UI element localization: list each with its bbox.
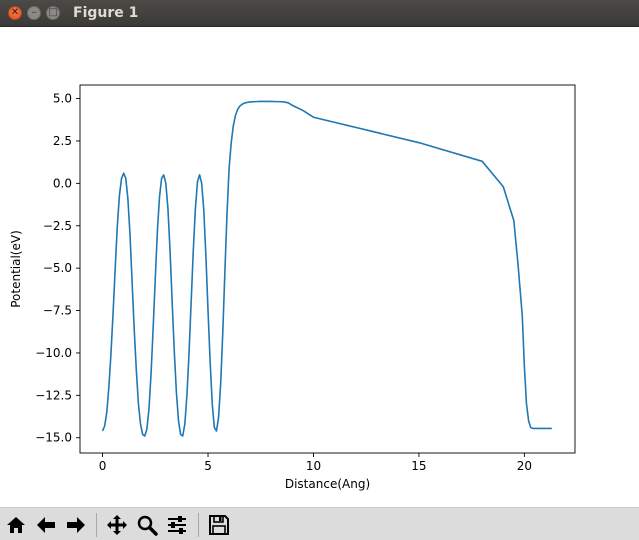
configure-subplots-button[interactable] [164,512,190,538]
y-tick-label: 2.5 [53,134,72,148]
home-button[interactable] [3,512,29,538]
toolbar-separator [198,513,199,537]
plot-frame [79,84,576,454]
close-icon[interactable]: ✕ [8,6,22,20]
arrow-left-icon [37,517,55,533]
y-tick-label: 0.0 [53,176,72,190]
save-button[interactable] [206,512,232,538]
y-tick-label: −7.5 [43,304,72,318]
maximize-icon[interactable]: □ [46,6,60,20]
x-tick-label: 0 [99,459,107,473]
floppy-disk-icon [209,515,229,535]
y-tick-label: −15.0 [35,431,72,445]
sliders-icon [168,516,186,534]
series-line [101,100,552,437]
window-title: Figure 1 [73,5,139,21]
pan-button[interactable] [104,512,130,538]
move-icon [107,515,127,535]
forward-button[interactable] [63,512,89,538]
zoom-button[interactable] [134,512,160,538]
back-button[interactable] [33,512,59,538]
magnifier-icon [137,515,158,536]
y-tick-label: −10.0 [35,346,72,360]
y-tick-label: −2.5 [43,219,72,233]
x-tick-label: 5 [204,459,212,473]
navigation-toolbar [0,507,639,540]
line-chart: 0 5 10 15 20 5.0 2.5 0.0 −2.5 −5.0 −7.5 −10.0 −12.5 −… [9,84,576,491]
x-tick-label: 15 [411,459,426,473]
x-tick-label: 20 [517,459,532,473]
x-tick-label: 10 [306,459,321,473]
figure-canvas[interactable]: 0 5 10 15 20 5.0 2.5 0.0 −2.5 −5.0 −7.5 −10.0 −12.5 −… [0,27,639,507]
arrow-right-icon [67,517,85,533]
home-icon [7,517,25,533]
y-tick-label: −12.5 [35,388,72,402]
y-tick-label: 5.0 [53,92,72,106]
y-tick-label: −5.0 [43,261,72,275]
minimize-icon[interactable]: – [27,6,41,20]
toolbar-separator [96,513,97,537]
window-titlebar: ✕ – □ Figure 1 [0,0,639,27]
y-axis-label: Potential(eV) [9,230,23,308]
x-axis-label: Distance(Ang) [285,477,370,491]
